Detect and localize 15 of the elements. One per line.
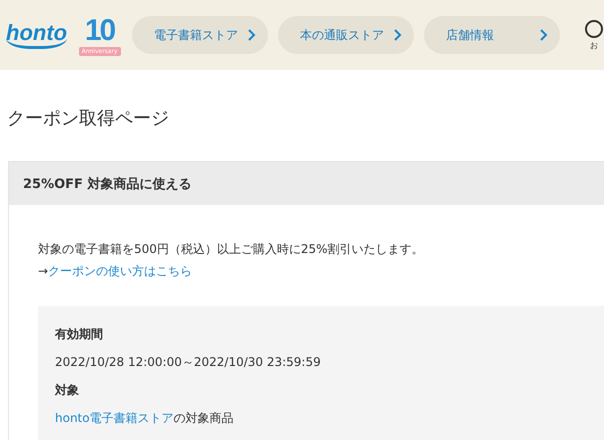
coupon-description: 対象の電子書籍を500円（税込）以上ご購入時に25%割引いたします。 xyxy=(38,241,425,258)
nav-button[interactable]: 本の通販ストア xyxy=(278,16,414,54)
corner-label[interactable]: お xyxy=(590,40,598,51)
help-link[interactable]: クーポンの使い方はこちら xyxy=(48,264,192,278)
detail-label: 対象 xyxy=(55,382,80,399)
nav-button[interactable]: 店舗情報 xyxy=(424,16,560,54)
coupon-title: 25%OFF 対象商品に使える xyxy=(9,162,604,205)
detail-value: 2022/10/28 12:00:00～2022/10/30 23:59:59 xyxy=(55,354,322,371)
logo[interactable]: honto xyxy=(6,22,68,48)
detail-value: honto電子書籍ストアの対象商品 xyxy=(55,410,235,427)
detail-label: 有効期間 xyxy=(55,326,104,343)
store-link[interactable]: honto電子書籍ストア xyxy=(55,411,174,425)
nav-button[interactable]: 電子書籍ストア xyxy=(132,16,268,54)
arrow-text: → xyxy=(38,264,48,278)
page-title: クーポン取得ページ xyxy=(7,107,170,130)
